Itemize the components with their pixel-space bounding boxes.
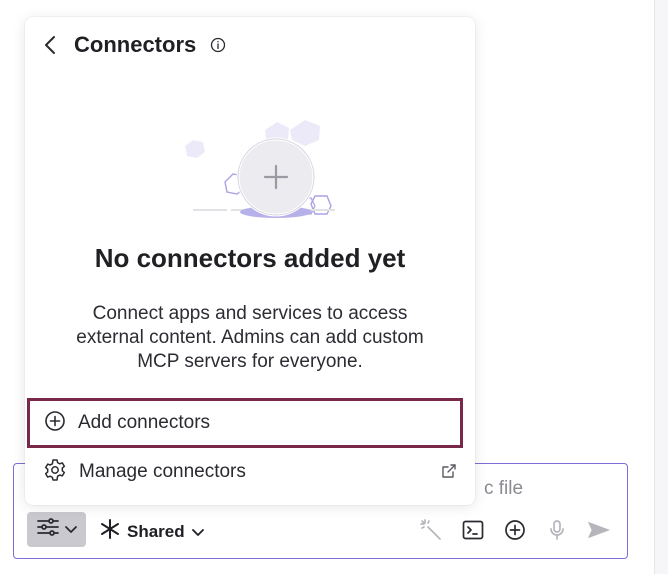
add-connectors-label: Add connectors <box>78 412 211 433</box>
gear-icon <box>43 458 67 487</box>
asterisk-icon <box>100 519 120 544</box>
manage-connectors-label: Manage connectors <box>79 461 246 482</box>
chevron-down-icon <box>191 522 204 542</box>
popup-title: Connectors <box>74 32 197 57</box>
scrollbar-track <box>654 0 668 574</box>
sliders-icon <box>36 518 59 541</box>
info-icon[interactable] <box>210 37 226 53</box>
chevron-down-icon <box>64 521 77 539</box>
empty-state-illustration <box>165 110 353 225</box>
add-connectors-button[interactable]: Add connectors <box>27 398 463 448</box>
empty-state-description: Connect apps and services to access exte… <box>76 303 424 372</box>
connectors-popup: Connectors No connectors added yet Conne… <box>25 17 475 505</box>
terminal-icon[interactable] <box>461 518 485 542</box>
add-circle-icon <box>44 410 66 437</box>
composer-placeholder: c file <box>484 478 524 499</box>
manage-connectors-button[interactable]: Manage connectors <box>25 447 475 497</box>
external-link-icon <box>441 463 457 484</box>
popup-header: Connectors <box>40 31 226 59</box>
magic-wand-icon[interactable] <box>419 518 443 542</box>
add-circle-icon[interactable] <box>503 518 527 542</box>
visibility-label: Shared <box>127 521 185 541</box>
microphone-icon[interactable] <box>545 518 569 542</box>
visibility-selector[interactable]: Shared <box>100 519 204 544</box>
send-icon[interactable] <box>587 518 611 542</box>
empty-state-title: No connectors added yet <box>94 243 406 273</box>
tools-menu-button[interactable] <box>27 512 86 547</box>
back-arrow-icon[interactable] <box>40 33 60 57</box>
